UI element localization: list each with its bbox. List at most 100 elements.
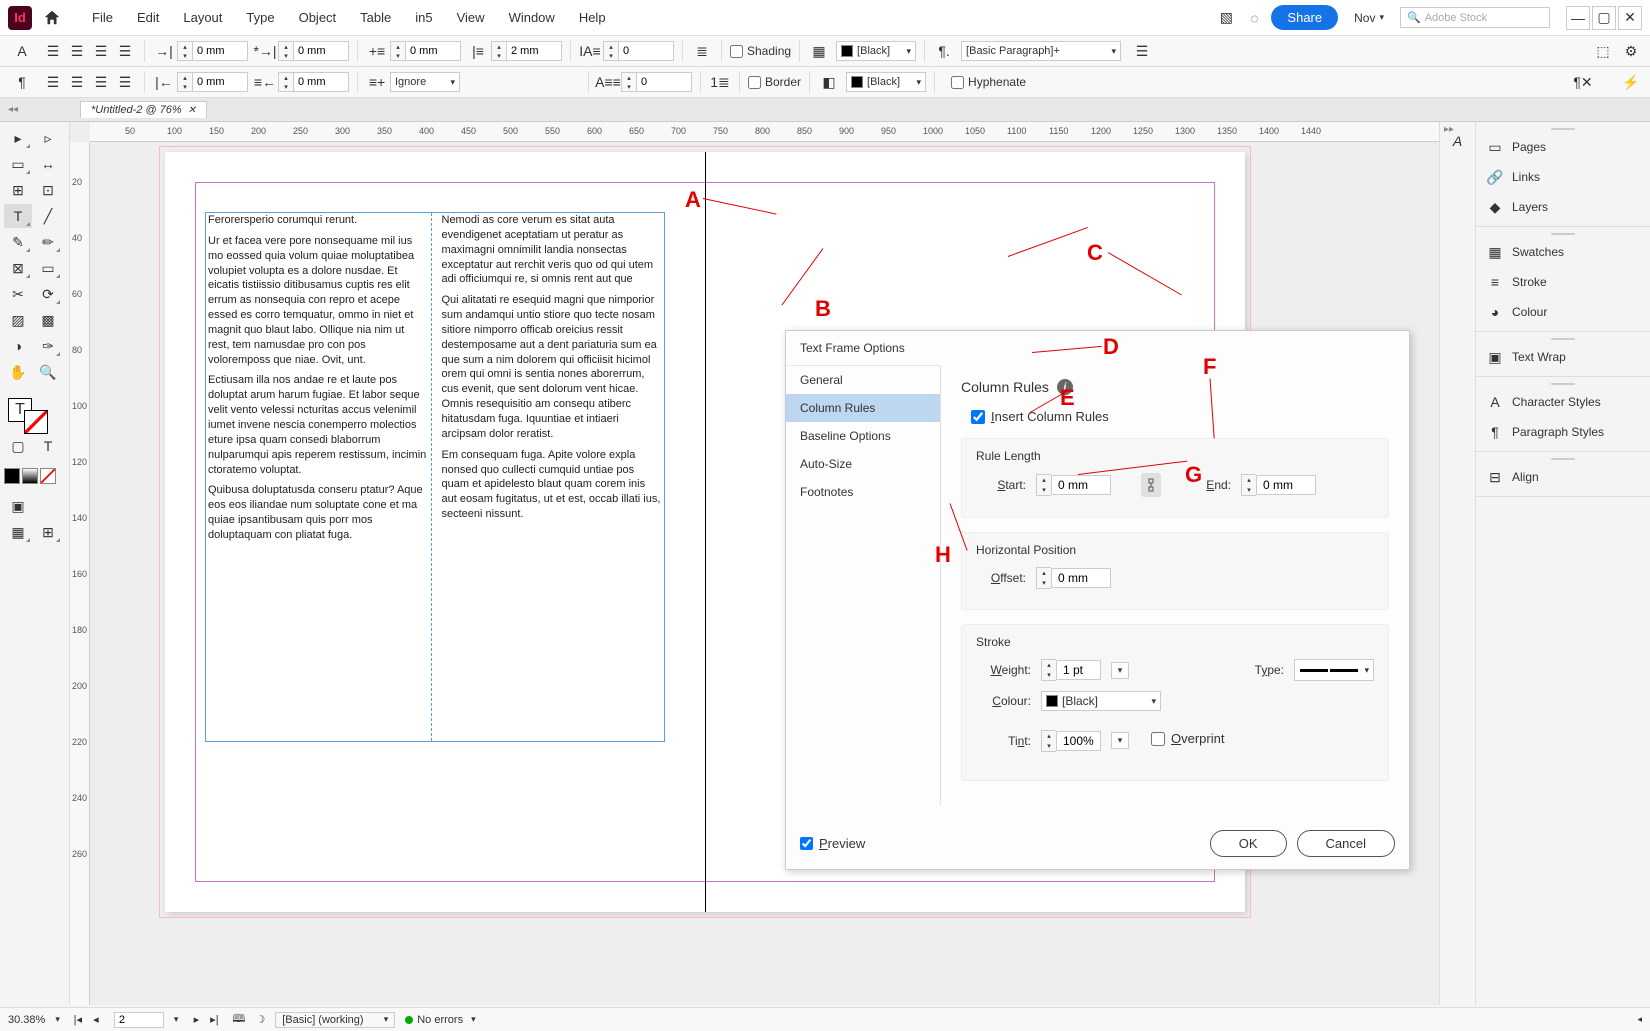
sidebar-item-general[interactable]: General — [786, 366, 940, 394]
sidebar-item-column-rules[interactable]: Column Rules — [786, 394, 940, 422]
menu-file[interactable]: File — [80, 10, 125, 25]
open-structure-icon[interactable]: 🕮 — [232, 1010, 245, 1029]
workspace-switcher[interactable]: Nov▾ — [1344, 7, 1394, 29]
tint-input[interactable] — [1056, 731, 1101, 751]
content-collector-tool[interactable]: ⊞ — [4, 178, 32, 202]
paragraph-style-select[interactable]: [Basic Paragraph]+▾ — [961, 41, 1121, 61]
panel-links[interactable]: 🔗Links — [1476, 162, 1650, 192]
tint-dropdown[interactable]: ▾ — [1111, 732, 1129, 749]
sidebar-item-baseline[interactable]: Baseline Options — [786, 422, 940, 450]
colour-select[interactable]: [Black]▾ — [1041, 691, 1161, 711]
zoom-tool[interactable]: 🔍 — [34, 360, 62, 384]
indent-left-stepper[interactable]: ▴▾ — [177, 41, 248, 61]
type-select[interactable]: ▾ — [1294, 659, 1374, 681]
menu-edit[interactable]: Edit — [125, 10, 171, 25]
panel-swatches[interactable]: ▦Swatches — [1476, 237, 1650, 267]
home-icon[interactable] — [42, 8, 62, 28]
menu-view[interactable]: View — [445, 10, 497, 25]
settings-gear-icon[interactable]: ⚙ — [1620, 40, 1642, 62]
dropcap-chars-stepper[interactable]: ▴▾ — [621, 72, 692, 92]
next-spread-button[interactable]: ▸ — [188, 1012, 204, 1028]
expand-panels-icon[interactable]: ▸▸ — [1444, 124, 1454, 135]
document-tab[interactable]: *Untitled-2 @ 76% ✕ — [80, 101, 207, 118]
panel-character-styles[interactable]: ACharacter Styles — [1476, 387, 1650, 417]
align-justify-icon[interactable]: ☰ — [114, 40, 136, 62]
start-input[interactable] — [1051, 475, 1111, 495]
panel-colour[interactable]: ◕Colour — [1476, 297, 1650, 327]
weight-input[interactable] — [1056, 660, 1101, 680]
align-away-icon[interactable]: ☰ — [114, 71, 136, 93]
hand-tool[interactable]: ✋ — [4, 360, 32, 384]
menu-help[interactable]: Help — [567, 10, 618, 25]
space-between-stepper[interactable]: ▴▾ — [491, 41, 562, 61]
bridge-icon[interactable]: ⬚ — [1592, 40, 1614, 62]
collapse-left-icon[interactable]: ◂◂ — [8, 104, 18, 115]
align-center2-icon[interactable]: ☰ — [66, 71, 88, 93]
indent-lastline-stepper[interactable]: ▴▾ — [278, 72, 349, 92]
canvas[interactable]: 5010015020025030035040045050055060065070… — [70, 122, 1439, 1005]
fill-colour-select[interactable]: [Black]▾ — [836, 41, 916, 61]
sidebar-item-footnotes[interactable]: Footnotes — [786, 478, 940, 506]
menu-type[interactable]: Type — [234, 10, 286, 25]
bullets-icon[interactable]: ≣ — [691, 40, 713, 62]
indent-firstline-stepper[interactable]: ▴▾ — [278, 41, 349, 61]
menu-window[interactable]: Window — [497, 10, 567, 25]
pen-tool[interactable]: ✎ — [4, 230, 32, 254]
hyphenate-checkbox[interactable] — [951, 76, 964, 89]
pencil-tool[interactable]: ✏ — [34, 230, 62, 254]
screen-mode[interactable]: ⊞ — [34, 520, 62, 544]
align-center-icon[interactable]: ☰ — [66, 40, 88, 62]
end-input[interactable] — [1256, 475, 1316, 495]
free-transform-tool[interactable]: ⟳ — [34, 282, 62, 306]
quick-apply-icon[interactable]: ☰ — [1131, 40, 1153, 62]
menu-object[interactable]: Object — [287, 10, 349, 25]
view-mode-preview[interactable]: ▦ — [4, 520, 32, 544]
panel-layers[interactable]: ◆Layers — [1476, 192, 1650, 222]
gradient-swatch-tool[interactable]: ▨ — [4, 308, 32, 332]
preflight-profile-icon[interactable]: ☽ — [255, 1013, 265, 1026]
cancel-button[interactable]: Cancel — [1297, 830, 1395, 857]
gap-tool[interactable]: ↔ — [34, 152, 62, 176]
character-mode-icon[interactable]: A — [8, 43, 36, 59]
selection-tool[interactable]: ▸ — [4, 126, 32, 150]
shading-checkbox[interactable] — [730, 45, 743, 58]
preflight-status[interactable]: No errors▾ — [405, 1014, 475, 1026]
overprint-checkbox[interactable] — [1151, 732, 1165, 746]
offset-input[interactable] — [1051, 568, 1111, 588]
panel-stroke[interactable]: ≡Stroke — [1476, 267, 1650, 297]
close-tab-icon[interactable]: ✕ — [188, 105, 196, 116]
flash-icon[interactable]: ⚡ — [1620, 71, 1642, 93]
weight-dropdown[interactable]: ▾ — [1111, 662, 1129, 679]
menu-table[interactable]: Table — [348, 10, 403, 25]
preview-checkbox[interactable] — [800, 837, 813, 850]
stroke-swatch-icon[interactable]: ◧ — [818, 71, 840, 93]
start-stepper[interactable]: ▴▾ — [1036, 474, 1111, 496]
link-start-end-icon[interactable] — [1141, 473, 1161, 497]
panel-pages[interactable]: ▭Pages — [1476, 132, 1650, 162]
space-before-stepper[interactable]: ▴▾ — [390, 41, 461, 61]
panel-paragraph-styles[interactable]: ¶Paragraph Styles — [1476, 417, 1650, 447]
paragraph-mode-icon[interactable]: ¶ — [8, 74, 36, 90]
align-right2-icon[interactable]: ☰ — [90, 71, 112, 93]
type-tool[interactable]: T — [4, 204, 32, 228]
default-swatches[interactable] — [4, 468, 65, 484]
panel-text-wrap[interactable]: ▣Text Wrap — [1476, 342, 1650, 372]
dropcap-lines-stepper[interactable]: ▴▾ — [603, 41, 674, 61]
gradient-feather-tool[interactable]: ▩ — [34, 308, 62, 332]
page-input[interactable] — [114, 1012, 164, 1028]
border-checkbox[interactable] — [748, 76, 761, 89]
prev-spread-button[interactable]: ◂ — [88, 1012, 104, 1028]
balance-select[interactable]: Ignore▾ — [390, 72, 460, 92]
eyedropper-tool[interactable]: ✑ — [34, 334, 62, 358]
bulb-icon[interactable]: ◌ — [1243, 7, 1265, 29]
first-spread-button[interactable]: |◂ — [70, 1012, 86, 1028]
numbered-list-icon[interactable]: 1≣ — [709, 71, 731, 93]
offset-stepper[interactable]: ▴▾ — [1036, 567, 1111, 589]
rectangle-frame-tool[interactable]: ⊠ — [4, 256, 32, 280]
preflight-profile-select[interactable]: [Basic] (working)▾ — [275, 1012, 395, 1028]
align-right-icon[interactable]: ☰ — [90, 40, 112, 62]
ok-button[interactable]: OK — [1210, 830, 1287, 857]
minimize-button[interactable]: — — [1566, 6, 1590, 30]
line-tool[interactable]: ╱ — [34, 204, 62, 228]
direct-selection-tool[interactable]: ▹ — [34, 126, 62, 150]
